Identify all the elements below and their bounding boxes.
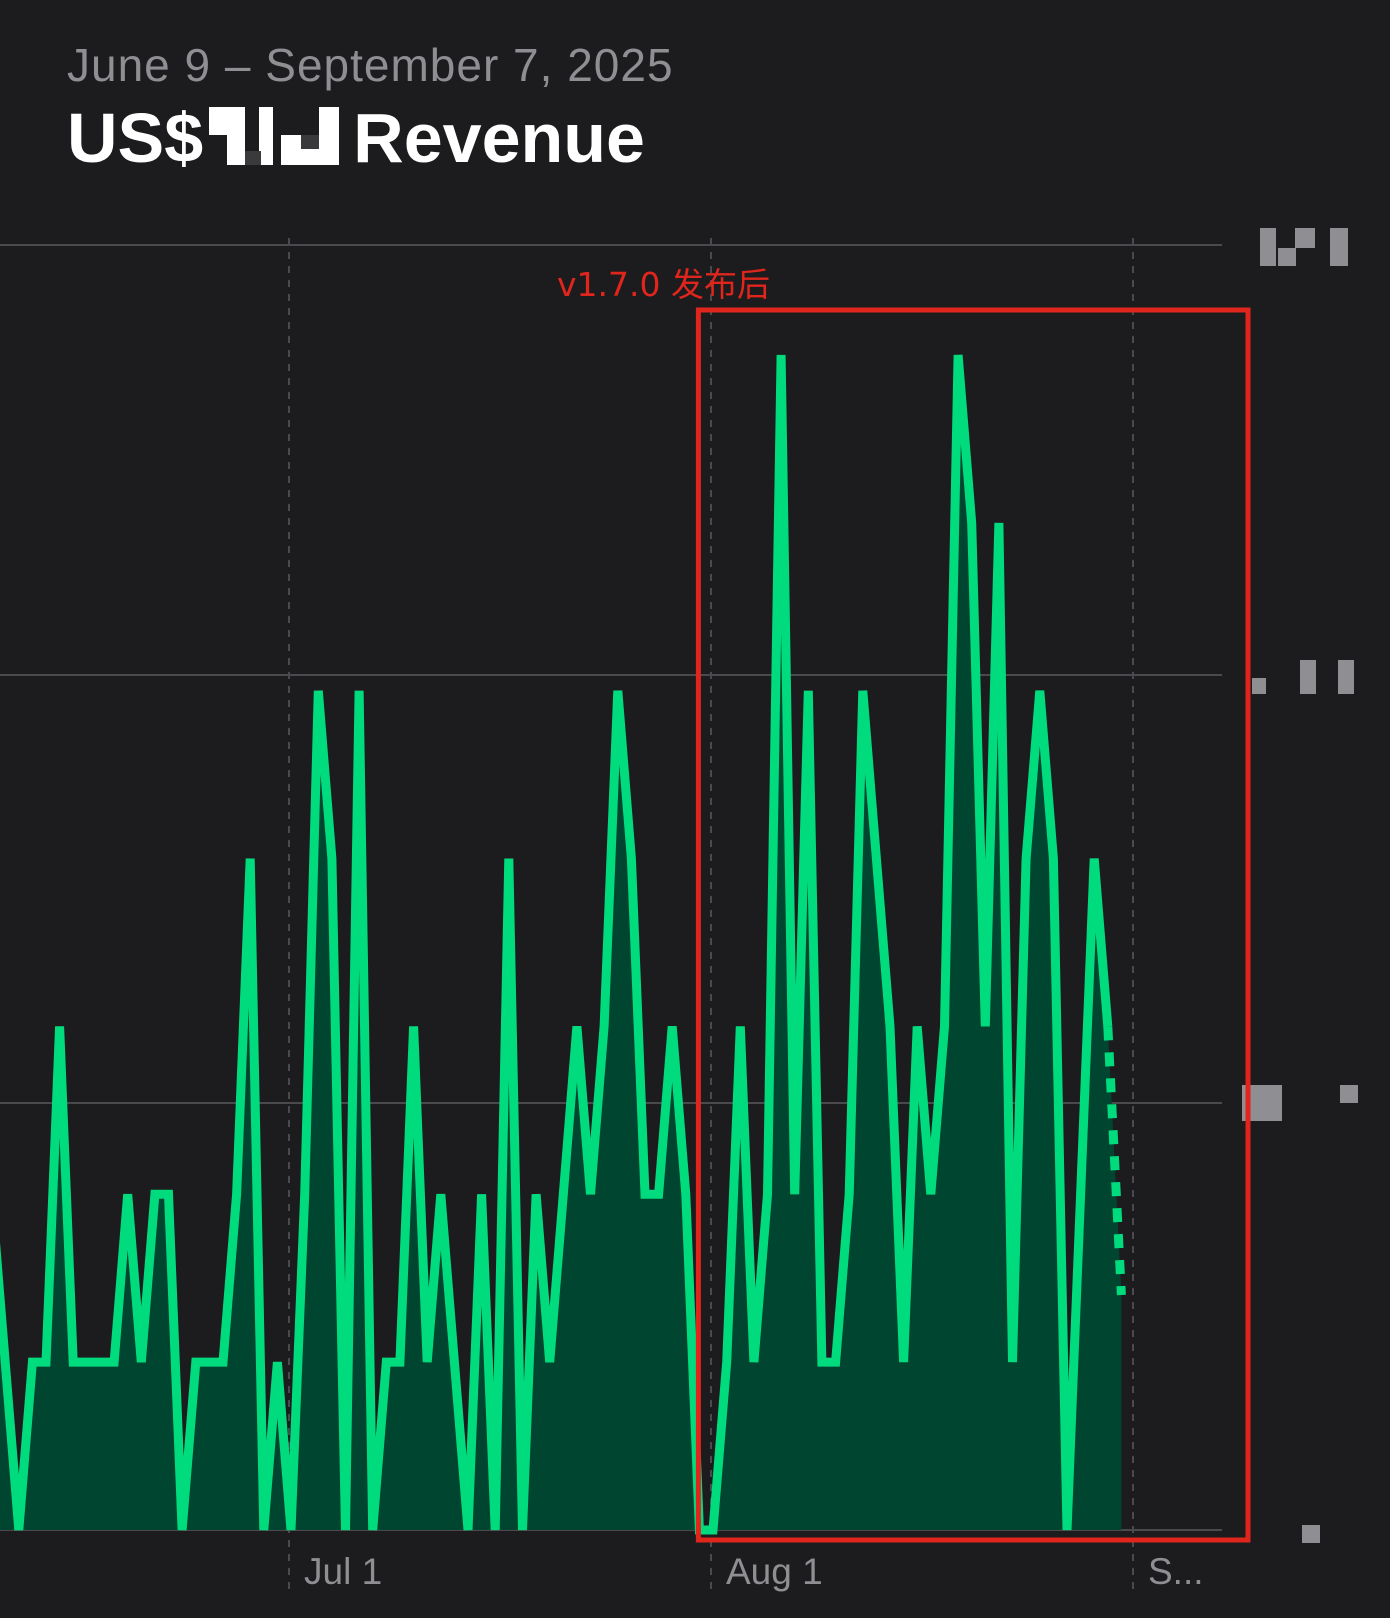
x-axis-ticks: Jul 1 Aug 1 S... xyxy=(304,1551,1204,1592)
y-tick-label-redacted xyxy=(1260,228,1348,266)
revenue-chart: Jul 1 Aug 1 S... v1.7.0 发布后 xyxy=(0,228,1358,1592)
y-tick-label-redacted xyxy=(1252,660,1354,694)
revenue-chart-page: June 9 – September 7, 2025 US$ Revenue J… xyxy=(0,0,1390,1618)
y-tick-label-redacted xyxy=(1302,1525,1320,1543)
y-axis-redacted-labels xyxy=(1242,228,1358,1543)
y-tick-label-redacted xyxy=(1242,1085,1358,1121)
annotation-label: v1.7.0 发布后 xyxy=(557,265,770,304)
x-tick-label: S... xyxy=(1148,1551,1204,1592)
x-tick-label: Aug 1 xyxy=(726,1551,823,1592)
x-tick-label: Jul 1 xyxy=(304,1551,382,1592)
